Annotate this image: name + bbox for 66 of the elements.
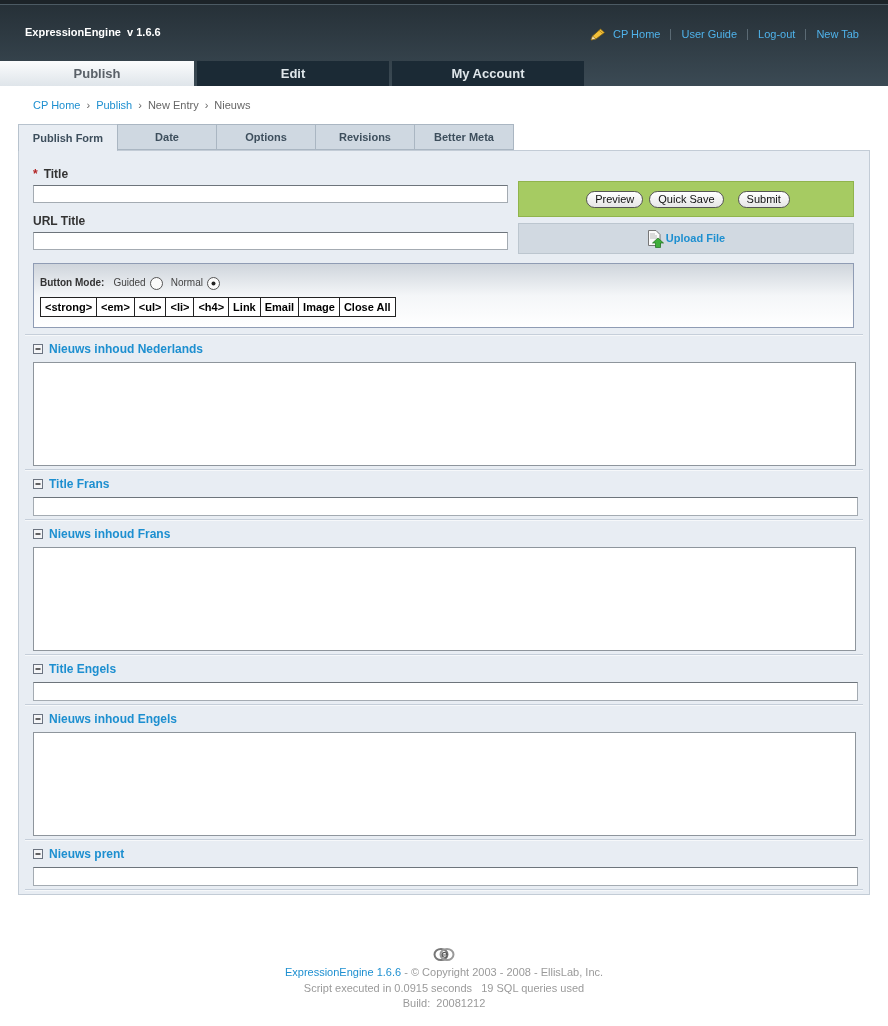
breadcrumb-separator: › bbox=[204, 98, 209, 112]
file-upload-icon bbox=[646, 229, 664, 248]
field-heading[interactable]: Title Frans bbox=[49, 477, 110, 491]
main-tab[interactable]: My Account bbox=[392, 61, 584, 86]
radio-button[interactable] bbox=[149, 276, 163, 290]
input-field[interactable] bbox=[33, 232, 508, 250]
text-area[interactable] bbox=[33, 362, 856, 466]
format-button[interactable]: Email bbox=[259, 297, 300, 317]
build-text: Build: 20081212 bbox=[402, 996, 486, 1011]
field-heading[interactable]: Title Engels bbox=[49, 662, 117, 676]
format-button[interactable]: Close All bbox=[338, 297, 396, 317]
input-field[interactable] bbox=[33, 867, 858, 886]
breadcrumb-link[interactable]: Publish bbox=[96, 98, 133, 112]
collapse-icon[interactable] bbox=[33, 664, 43, 674]
header-link[interactable]: CP Home bbox=[612, 28, 661, 41]
field-label: URL Title bbox=[33, 214, 86, 228]
radio-label: Guided bbox=[113, 277, 146, 289]
copyright-text: ExpressionEngine 1.6.6 - © Copyright 2003 - 2008 - EllisLab, Inc. bbox=[284, 965, 604, 980]
format-button[interactable]: <h4> bbox=[193, 297, 230, 317]
header-link[interactable]: New Tab bbox=[816, 28, 859, 41]
publish-tab[interactable]: Better Meta bbox=[414, 124, 514, 150]
format-button[interactable]: Image bbox=[298, 297, 340, 317]
breadcrumb-item: New Entry bbox=[147, 98, 199, 112]
radio-button[interactable] bbox=[206, 276, 220, 290]
text-area[interactable] bbox=[33, 732, 856, 836]
script-stats-text: Script executed in 0.0915 seconds 19 SQL queries used bbox=[303, 980, 585, 996]
format-button[interactable]: Link bbox=[228, 297, 261, 317]
publish-tab[interactable]: Options bbox=[216, 124, 316, 150]
breadcrumb-item: Nieuws bbox=[214, 98, 251, 112]
publish-tab[interactable]: Publish Form bbox=[18, 124, 118, 151]
field-heading[interactable]: Nieuws inhoud Engels bbox=[49, 712, 177, 726]
format-button[interactable]: <em> bbox=[96, 297, 135, 317]
format-button[interactable]: <strong> bbox=[40, 297, 98, 317]
publish-tab[interactable]: Revisions bbox=[315, 124, 415, 150]
field-heading[interactable]: Nieuws inhoud Nederlands bbox=[49, 342, 204, 356]
format-button[interactable]: <li> bbox=[165, 297, 195, 317]
header-link[interactable]: User Guide bbox=[681, 28, 738, 41]
field-heading[interactable]: Nieuws prent bbox=[49, 847, 125, 861]
collapse-icon[interactable] bbox=[33, 344, 43, 354]
breadcrumb-separator: › bbox=[86, 98, 91, 112]
publish-tab[interactable]: Date bbox=[117, 124, 217, 150]
collapse-icon[interactable] bbox=[33, 714, 43, 724]
collapse-icon[interactable] bbox=[33, 529, 43, 539]
collapse-icon[interactable] bbox=[33, 849, 43, 859]
input-field[interactable] bbox=[33, 682, 858, 701]
header-link[interactable]: Log-out bbox=[758, 28, 796, 41]
field-label: Title bbox=[43, 167, 69, 181]
field-heading[interactable]: Nieuws inhoud Frans bbox=[49, 527, 171, 541]
input-field[interactable] bbox=[33, 497, 858, 516]
main-tab[interactable]: Publish bbox=[0, 61, 194, 86]
breadcrumb-link[interactable]: CP Home bbox=[33, 98, 81, 112]
main-tab[interactable]: Edit bbox=[197, 61, 389, 86]
text-area[interactable] bbox=[33, 547, 856, 651]
input-field[interactable] bbox=[33, 185, 508, 203]
pencil-icon bbox=[589, 28, 606, 41]
app-title: ExpressionEngine v 1.6.6 bbox=[25, 26, 161, 39]
action-button[interactable]: Submit bbox=[737, 190, 790, 208]
button-mode-label: Button Mode: bbox=[40, 277, 105, 289]
collapse-icon[interactable] bbox=[33, 479, 43, 489]
logo-icon bbox=[433, 948, 455, 961]
action-button[interactable]: Preview bbox=[586, 190, 644, 208]
required-mark: * bbox=[33, 167, 38, 181]
breadcrumb-separator: › bbox=[138, 98, 142, 112]
product-link[interactable]: ExpressionEngine 1.6.6 bbox=[284, 966, 402, 978]
action-button[interactable]: Quick Save bbox=[649, 190, 724, 208]
radio-label: Normal bbox=[170, 277, 203, 289]
